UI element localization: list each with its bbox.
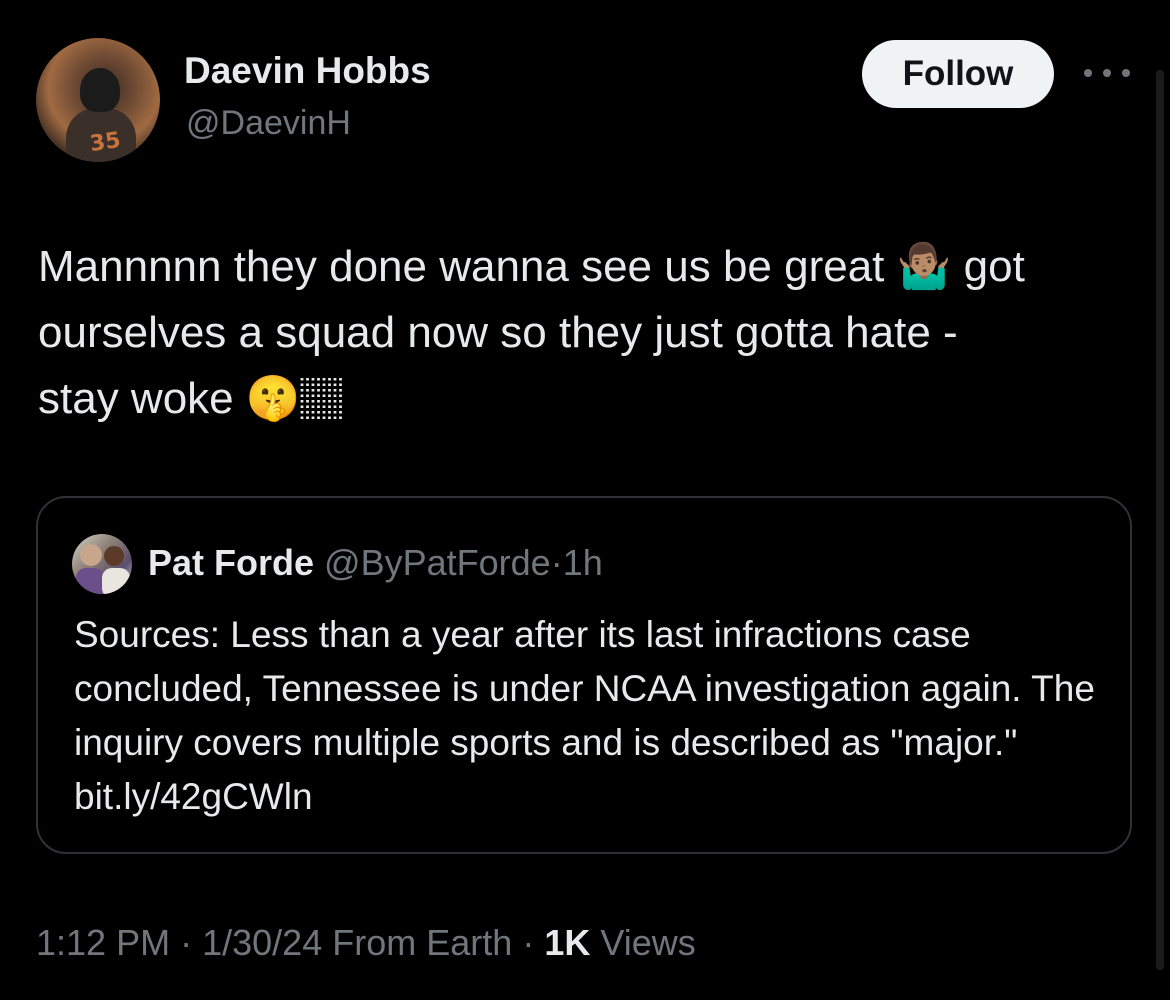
quoted-author-name[interactable]: Pat Forde [148, 542, 314, 583]
views-label[interactable]: Views [600, 922, 695, 963]
tweet-text-line: Mannnnn they done wanna see us be great … [38, 242, 1025, 291]
ellipsis-icon[interactable] [1084, 58, 1130, 88]
quoted-tweet-card[interactable]: Pat Forde @ByPatForde·1h Sources: Less t… [36, 496, 1132, 854]
views-count[interactable]: 1K [544, 922, 590, 963]
tweet-text-line: stay woke 🤫🏽 [38, 374, 345, 423]
quoted-tweet-text: Sources: Less than a year after its last… [74, 614, 1095, 817]
avatar-helmet [80, 68, 120, 112]
tweet-text-line: ourselves a squad now so they just gotta… [38, 308, 958, 357]
scrollbar[interactable] [1156, 70, 1164, 970]
author-avatar[interactable]: 35 [36, 38, 160, 162]
tweet-time[interactable]: 1:12 PM [36, 922, 170, 963]
tweet-source: From Earth [332, 922, 513, 963]
quoted-tweet-time[interactable]: 1h [563, 542, 603, 583]
tweet-text: Mannnnn they done wanna see us be great … [38, 234, 1128, 432]
quoted-author-avatar[interactable] [72, 534, 132, 594]
tweet-meta: 1:12 PM · 1/30/24 From Earth · 1K Views [36, 922, 696, 964]
follow-button[interactable]: Follow [862, 40, 1054, 108]
author-display-name[interactable]: Daevin Hobbs [184, 50, 431, 92]
avatar-jersey-number: 35 [88, 127, 123, 158]
quoted-tweet-header: Pat Forde @ByPatForde·1h [148, 538, 603, 588]
quoted-header-separator: · [550, 542, 563, 583]
author-handle[interactable]: @DaevinH [186, 104, 351, 143]
meta-separator: · [522, 922, 535, 963]
tweet-date[interactable]: 1/30/24 [202, 922, 322, 963]
quoted-author-handle[interactable]: @ByPatForde [324, 542, 551, 583]
meta-separator: · [180, 922, 193, 963]
